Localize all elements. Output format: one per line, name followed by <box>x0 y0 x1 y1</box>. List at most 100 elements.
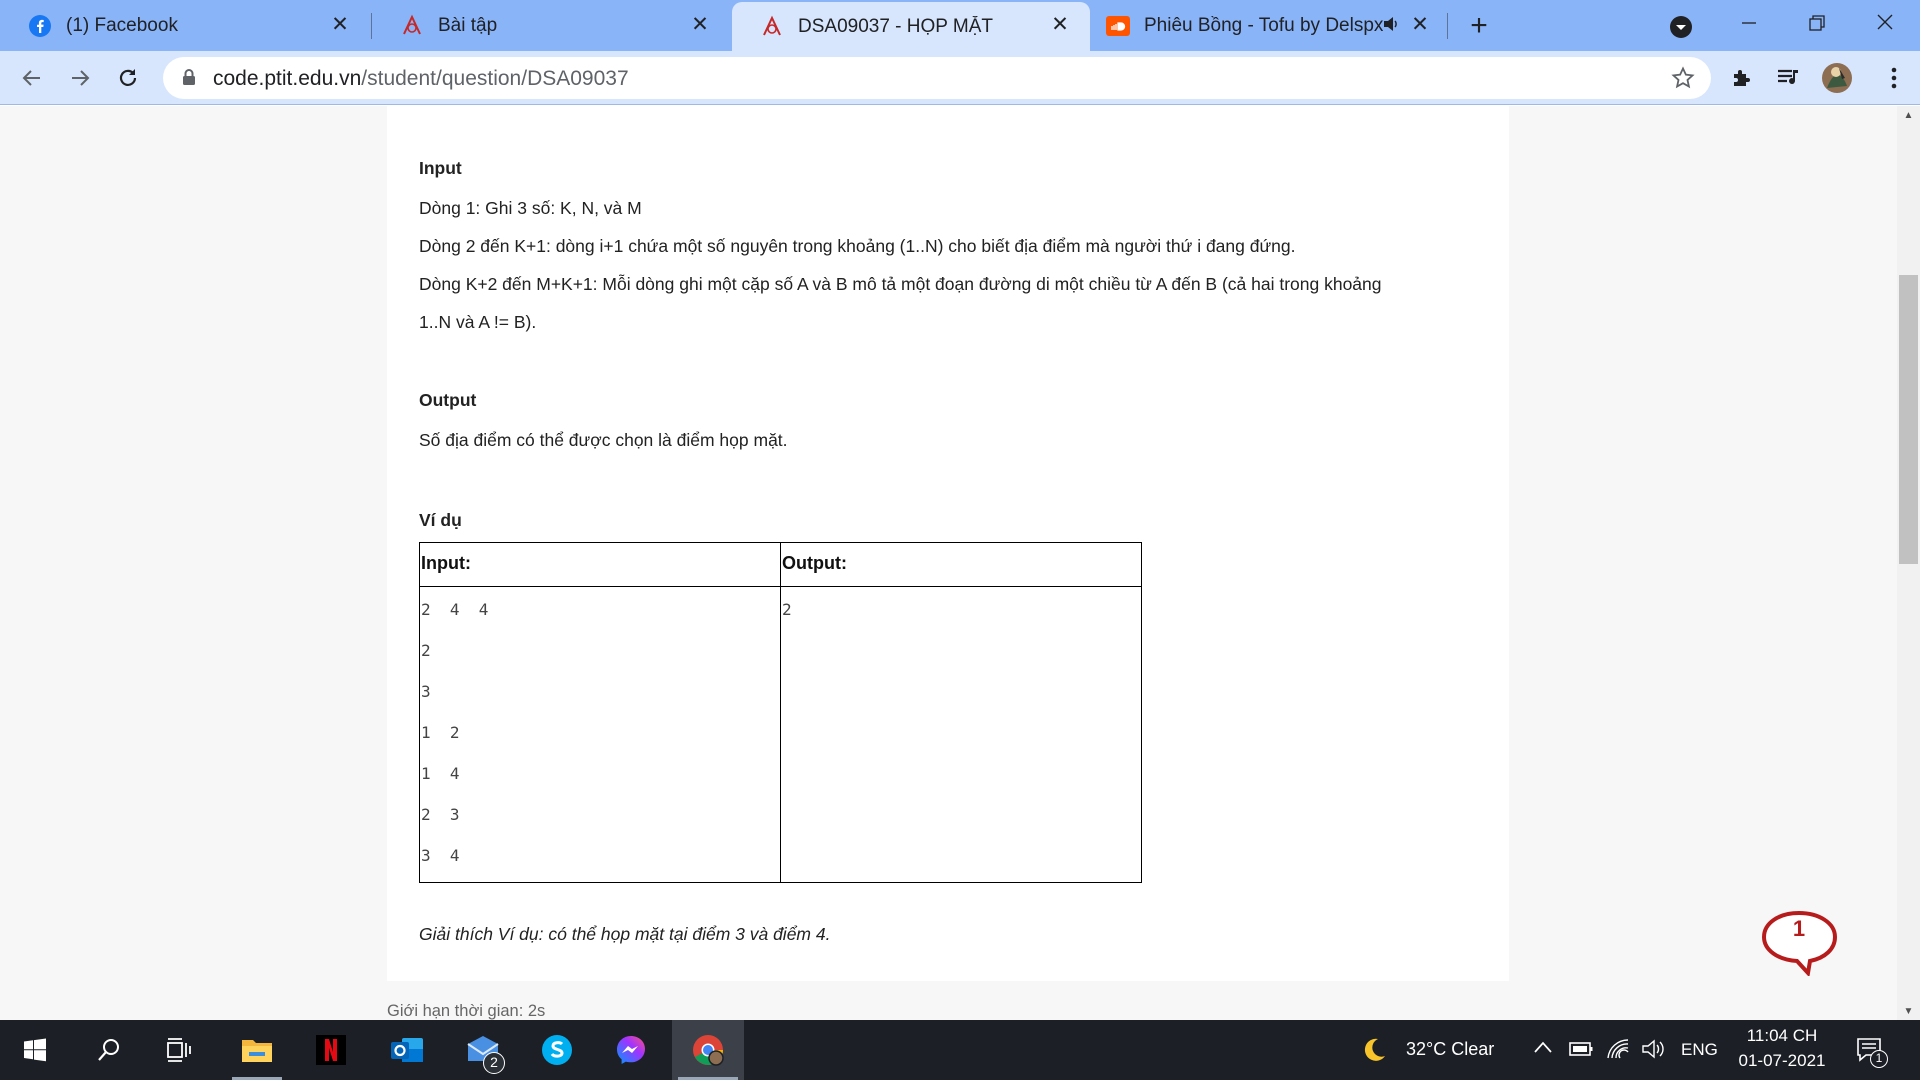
chrome-icon <box>693 1035 724 1066</box>
arrow-right-icon <box>72 70 90 86</box>
example-input-line: 3 4 <box>421 846 460 865</box>
taskbar-netflix[interactable] <box>300 1020 362 1080</box>
time-limit: Giới hạn thời gian: 2s <box>387 1002 546 1020</box>
back-button[interactable] <box>14 60 50 96</box>
messenger-icon <box>617 1036 645 1064</box>
reload-button[interactable] <box>110 60 146 96</box>
wifi-icon[interactable] <box>1606 1038 1630 1065</box>
tab-search-button[interactable] <box>1666 12 1696 42</box>
close-tab-icon[interactable]: ✕ <box>1408 12 1432 36</box>
chat-count: 1 <box>1792 916 1806 941</box>
weather-text[interactable]: 32°C Clear <box>1406 1039 1494 1060</box>
example-input-line: 2 <box>421 641 431 660</box>
input-line: Dòng 2 đến K+1: dòng i+1 chứa một số ngu… <box>419 236 1296 256</box>
output-heading: Output <box>419 390 477 410</box>
browser-toolbar: code.ptit.edu.vn/student/question/DSA090… <box>0 51 1920 105</box>
example-input-cell: 2 4 4 2 3 1 2 1 4 2 3 3 4 <box>419 586 781 883</box>
close-tab-icon[interactable]: ✕ <box>328 12 352 36</box>
tab-facebook[interactable]: (1) Facebook ✕ <box>0 0 370 51</box>
clock-time: 11:04 CH <box>1746 1026 1818 1045</box>
task-view-button[interactable] <box>154 1020 204 1080</box>
tab-soundcloud[interactable]: Phiêu Bồng - Tofu by Delspx ✕ <box>1092 0 1450 51</box>
table-header-input: Input: <box>419 542 781 587</box>
taskbar-skype[interactable] <box>526 1020 588 1080</box>
clock[interactable]: 11:04 CH 01-07-2021 <box>1728 1026 1836 1071</box>
language-indicator[interactable]: ENG <box>1681 1040 1718 1060</box>
new-tab-button[interactable]: + <box>1462 9 1496 42</box>
tab-bai-tap[interactable]: Bài tập ✕ <box>372 0 730 51</box>
mail-badge: 2 <box>483 1052 505 1074</box>
tab-dsa09037[interactable]: DSA09037 - HỌP MẶT ✕ <box>732 2 1090 51</box>
lock-icon[interactable] <box>182 68 196 91</box>
example-output-cell: 2 <box>780 586 1142 883</box>
ptit-icon <box>760 15 784 39</box>
puzzle-icon <box>1734 70 1750 86</box>
taskbar-mail[interactable]: 2 <box>452 1020 514 1080</box>
scroll-up-arrow[interactable]: ▲ <box>1897 106 1920 124</box>
chevron-down-icon <box>1670 16 1692 38</box>
input-heading: Input <box>419 158 462 178</box>
url-path: /student/question/DSA09037 <box>361 67 629 90</box>
netflix-icon <box>316 1035 346 1065</box>
address-bar[interactable]: code.ptit.edu.vn/student/question/DSA090… <box>163 57 1711 99</box>
windows-logo-icon <box>24 1038 46 1062</box>
forward-button[interactable] <box>62 60 98 96</box>
search-button[interactable] <box>84 1020 134 1080</box>
taskbar-file-explorer[interactable] <box>226 1020 288 1080</box>
speaker-icon[interactable] <box>1382 14 1400 40</box>
table-header-row: Input: Output: <box>419 542 1142 587</box>
search-icon <box>98 1039 119 1061</box>
scroll-thumb[interactable] <box>1899 275 1918 564</box>
moon-icon <box>1360 1036 1388 1069</box>
url-host: code.ptit.edu.vn <box>213 67 362 90</box>
scroll-down-arrow[interactable]: ▼ <box>1897 1002 1920 1020</box>
example-heading: Ví dụ <box>419 510 462 530</box>
tab-title: (1) Facebook <box>66 14 178 36</box>
media-control-button[interactable] <box>1771 60 1807 96</box>
close-tab-icon[interactable]: ✕ <box>1048 12 1072 36</box>
soundcloud-icon <box>1106 14 1130 38</box>
example-explanation: Giải thích Ví dụ: có thể họp mặt tại điể… <box>419 924 831 944</box>
example-input-line: 2 3 <box>421 805 460 824</box>
url-text[interactable]: code.ptit.edu.vn/student/question/DSA090… <box>213 67 629 91</box>
output-description: Số địa điểm có thể được chọn là điểm họp… <box>419 430 788 450</box>
kebab-menu-icon <box>1891 67 1897 89</box>
start-button[interactable] <box>10 1020 60 1080</box>
close-window-button[interactable] <box>1860 6 1910 38</box>
playlist-icon <box>1778 69 1798 85</box>
page-scrollbar[interactable]: ▲ ▼ <box>1897 106 1920 1020</box>
taskbar-messenger[interactable] <box>600 1020 662 1080</box>
windows-taskbar: 2 32°C Clear ENG 11:04 CH 01-07-2021 1 <box>0 1020 1920 1080</box>
example-input-line: 1 4 <box>421 764 460 783</box>
problem-card: Input Dòng 1: Ghi 3 số: K, N, và M Dòng … <box>387 106 1509 981</box>
battery-icon[interactable] <box>1568 1040 1594 1063</box>
tab-strip: (1) Facebook ✕ Bài tập ✕ DSA09037 - HỌP … <box>0 0 1920 51</box>
example-input-line: 3 <box>421 682 431 701</box>
restore-button[interactable] <box>1794 8 1840 38</box>
star-icon[interactable] <box>1671 66 1695 95</box>
chat-bubble-button[interactable]: 1 <box>1760 910 1838 978</box>
input-line: 1..N và A != B). <box>419 312 537 332</box>
outlook-icon <box>391 1038 423 1062</box>
notification-center-button[interactable]: 1 <box>1856 1036 1888 1069</box>
page-viewport: Input Dòng 1: Ghi 3 số: K, N, và M Dòng … <box>0 106 1897 1020</box>
chevron-up-icon[interactable] <box>1533 1040 1553 1059</box>
example-output-line: 2 <box>782 600 792 619</box>
minimize-button[interactable] <box>1726 8 1772 38</box>
volume-icon[interactable] <box>1641 1038 1665 1065</box>
avatar-icon <box>1822 63 1852 93</box>
close-tab-icon[interactable]: ✕ <box>688 12 712 36</box>
tab-divider <box>1447 13 1448 39</box>
taskbar-chrome[interactable] <box>672 1020 744 1080</box>
extensions-button[interactable] <box>1724 60 1760 96</box>
tab-title: Phiêu Bồng - Tofu by Delspx <box>1144 14 1384 36</box>
table-row: 2 4 4 2 3 1 2 1 4 2 3 3 4 2 <box>419 586 1142 883</box>
example-input-line: 2 4 4 <box>421 600 489 619</box>
profile-avatar[interactable] <box>1819 60 1855 96</box>
notification-badge: 1 <box>1870 1050 1888 1068</box>
ptit-icon <box>400 14 424 38</box>
reload-icon <box>119 69 137 86</box>
menu-button[interactable] <box>1876 60 1912 96</box>
folder-icon <box>242 1040 272 1062</box>
taskbar-outlook[interactable] <box>376 1020 438 1080</box>
